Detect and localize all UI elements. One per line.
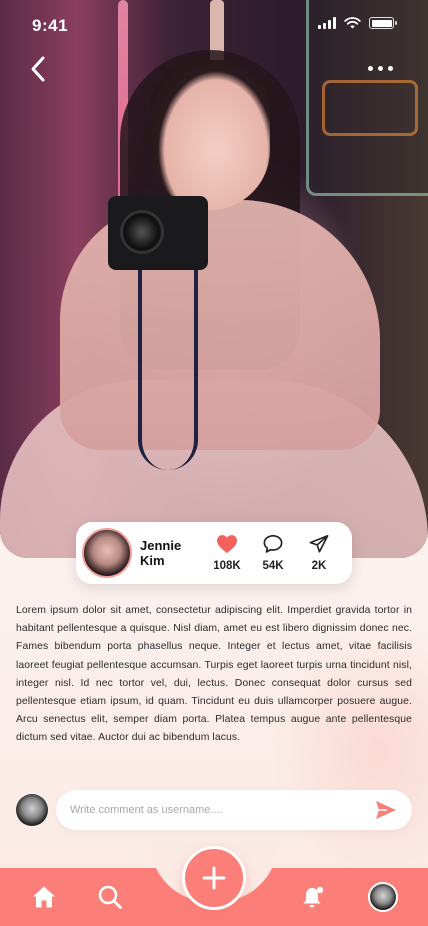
comment-button[interactable]: 54K <box>254 534 292 572</box>
camera-lens <box>120 210 164 254</box>
post-detail-screen: 9:41 Jennie Kim 108K 54K 2K Lorem ipsum … <box>0 0 428 926</box>
battery-icon <box>369 17 397 29</box>
share-count: 2K <box>311 560 327 572</box>
photo-subject-face <box>150 60 270 210</box>
heart-icon <box>217 535 237 554</box>
wifi-icon <box>344 17 361 29</box>
back-button[interactable] <box>26 54 52 84</box>
search-icon <box>98 885 122 909</box>
paper-plane-icon <box>309 535 329 553</box>
status-bar: 9:41 <box>0 0 428 50</box>
comment-count: 54K <box>262 560 284 572</box>
chevron-left-icon <box>31 56 45 82</box>
add-post-button[interactable] <box>182 846 246 910</box>
status-time: 9:41 <box>32 16 69 35</box>
chat-bubble-icon <box>263 535 283 553</box>
nav-home-button[interactable] <box>31 884 57 910</box>
user-avatar <box>16 794 48 826</box>
home-icon <box>33 886 55 908</box>
photo-camera <box>108 196 208 270</box>
more-options-button[interactable] <box>368 62 398 74</box>
comment-field <box>56 790 412 830</box>
nav-notifications-button[interactable] <box>300 884 326 910</box>
share-button[interactable]: 2K <box>300 534 338 572</box>
like-count: 108K <box>213 560 241 572</box>
comment-input[interactable] <box>70 800 350 820</box>
status-icons <box>318 17 397 29</box>
nav-profile-avatar[interactable] <box>368 882 398 912</box>
more-dots-icon <box>368 65 373 71</box>
author-avatar[interactable] <box>82 528 132 578</box>
comment-composer <box>16 790 412 830</box>
like-button[interactable]: 108K <box>208 534 246 572</box>
neon-sign-lettering <box>322 80 418 136</box>
post-body: Lorem ipsum dolor sit amet, consectetur … <box>16 605 412 744</box>
plus-icon <box>202 866 226 890</box>
bell-icon <box>303 886 324 908</box>
nav-search-button[interactable] <box>97 884 123 910</box>
author-card: Jennie Kim 108K 54K 2K <box>76 522 352 584</box>
send-button[interactable] <box>374 799 398 821</box>
camera-strap <box>138 270 198 470</box>
send-icon <box>376 801 396 819</box>
author-name[interactable]: Jennie Kim <box>140 538 200 568</box>
signal-icon <box>318 17 336 29</box>
post-photo <box>0 0 428 558</box>
